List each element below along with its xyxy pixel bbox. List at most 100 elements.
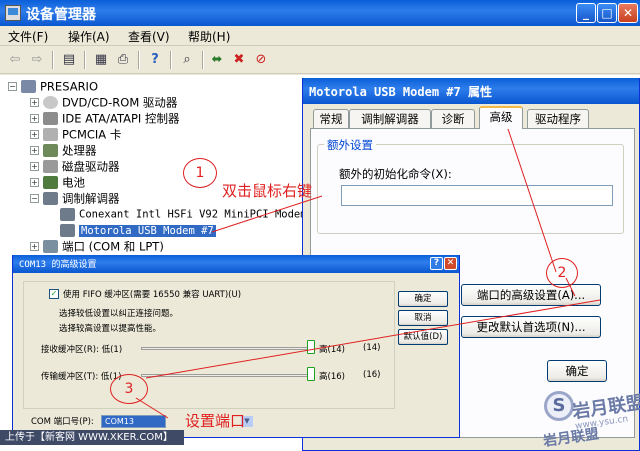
print-icon[interactable]: ⎙: [114, 51, 132, 69]
menu-file[interactable]: 文件(F): [8, 28, 48, 45]
tx-buffer-high: 高(16): [319, 372, 345, 382]
toolbar-separator: [202, 51, 204, 69]
main-title-bar[interactable]: 设备管理器 _ □ ✕: [0, 0, 640, 26]
expand-icon[interactable]: +: [30, 98, 39, 107]
collapse-icon[interactable]: −: [8, 82, 17, 91]
annotation-circle-1: 1: [183, 158, 217, 188]
expand-icon[interactable]: +: [30, 162, 39, 171]
tree-item-modems[interactable]: − 调制解调器: [30, 190, 120, 206]
expand-icon[interactable]: +: [30, 114, 39, 123]
annotation-circle-3: 3: [110, 374, 148, 404]
scan-hardware-icon[interactable]: ⌕: [178, 51, 196, 69]
battery-icon: [43, 176, 58, 189]
menu-bar: 文件(F) 操作(A) 查看(V) 帮助(H): [0, 26, 640, 46]
tab-driver[interactable]: 驱动程序: [527, 109, 589, 128]
rx-buffer-slider[interactable]: [141, 347, 311, 350]
fifo-label: 使用 FIFO 缓冲区(需要 16550 兼容 UART)(U): [63, 290, 242, 300]
tree-item-motorola-modem[interactable]: Motorola USB Modem #7: [60, 222, 216, 238]
tx-buffer-value: (16): [363, 370, 381, 380]
tree-item-cpu[interactable]: + 处理器: [30, 142, 97, 158]
dvd-drive-icon: [43, 96, 58, 109]
tab-general[interactable]: 常规: [313, 109, 349, 128]
disable-icon[interactable]: ⊘: [252, 51, 270, 69]
annotation-circle-2: 2: [546, 258, 578, 288]
properties-icon[interactable]: ▦: [92, 51, 110, 69]
annotation-note-1: 双击鼠标右键: [222, 182, 313, 200]
advanced-defaults-button[interactable]: 默认值(D): [398, 329, 448, 345]
uninstall-icon[interactable]: ✖: [230, 51, 248, 69]
tx-buffer-label: 传输缓冲区(T): 低(1): [41, 372, 122, 382]
com-port-select[interactable]: COM13 ▼: [101, 415, 253, 428]
toolbar: ⇦ ⇨ ▤ ▦ ⎙ ? ⌕ ⬌ ✖ ⊘: [0, 46, 640, 74]
expand-icon[interactable]: +: [30, 242, 39, 251]
tree-item-conexant-modem[interactable]: Conexant Intl HSFi V92 MiniPCI Modem: [60, 206, 307, 222]
processor-icon: [43, 144, 58, 157]
tab-diagnostics[interactable]: 诊断: [431, 109, 475, 128]
change-defaults-button[interactable]: 更改默认首选项(N)...: [461, 316, 601, 338]
modem-icon: [60, 208, 75, 221]
rx-buffer-thumb[interactable]: [307, 340, 315, 354]
menu-action[interactable]: 操作(A): [68, 28, 110, 45]
watermark-logo: S: [544, 391, 574, 421]
tree-view-icon[interactable]: ▤: [60, 51, 78, 69]
properties-title-bar[interactable]: Motorola USB Modem #7 属性: [303, 78, 639, 104]
properties-ok-button[interactable]: 确定: [547, 360, 607, 382]
tree-item-dvd[interactable]: + DVD/CD-ROM 驱动器: [30, 94, 177, 110]
fifo-checkbox[interactable]: ✓: [49, 289, 59, 299]
modem-icon: [60, 224, 75, 237]
advanced-cancel-button[interactable]: 取消: [398, 310, 448, 326]
group-title: 额外设置: [324, 137, 376, 153]
tx-buffer-thumb[interactable]: [307, 367, 315, 381]
expand-icon[interactable]: +: [30, 130, 39, 139]
back-icon[interactable]: ⇦: [6, 51, 24, 69]
pcmcia-card-icon: [43, 128, 58, 141]
init-command-label: 额外的初始化命令(X):: [339, 167, 452, 181]
advanced-title-bar[interactable]: COM13 的高级设置 ? ✕: [13, 255, 459, 273]
help-button[interactable]: ?: [430, 257, 443, 270]
com-port-label: COM 端口号(P):: [31, 417, 94, 427]
toolbar-separator: [52, 51, 54, 69]
tree-item-ide[interactable]: + IDE ATA/ATAPI 控制器: [30, 110, 179, 126]
toolbar-separator: [138, 51, 140, 69]
update-driver-icon[interactable]: ⬌: [208, 51, 226, 69]
forward-icon[interactable]: ⇨: [28, 51, 46, 69]
hint-higher: 选择较高设置以提高性能。: [59, 324, 162, 334]
tree-item-ports[interactable]: + 端口 (COM 和 LPT): [30, 238, 164, 254]
minimize-button[interactable]: _: [576, 3, 596, 23]
tree-item-battery[interactable]: + 电池: [30, 174, 85, 190]
init-command-input[interactable]: [341, 185, 613, 206]
toolbar-separator: [84, 51, 86, 69]
tx-buffer-slider[interactable]: [141, 374, 311, 377]
collapse-icon[interactable]: −: [30, 194, 39, 203]
menu-help[interactable]: 帮助(H): [188, 28, 230, 45]
tree-item-disk[interactable]: + 磁盘驱动器: [30, 158, 120, 174]
modem-icon: [43, 192, 58, 205]
close-button[interactable]: ✕: [444, 257, 457, 270]
expand-icon[interactable]: +: [30, 146, 39, 155]
properties-title: Motorola USB Modem #7 属性: [309, 85, 492, 99]
computer-icon: [21, 80, 36, 93]
advanced-title: COM13 的高级设置: [19, 260, 97, 270]
window-title: 设备管理器: [26, 7, 96, 23]
disk-drive-icon: [43, 160, 58, 173]
close-button[interactable]: ✕: [618, 3, 638, 23]
help-icon[interactable]: ?: [146, 51, 164, 69]
toolbar-separator: [170, 51, 172, 69]
device-manager-icon: [5, 5, 21, 21]
advanced-ok-button[interactable]: 确定: [398, 291, 448, 307]
menu-view[interactable]: 查看(V): [128, 28, 170, 45]
tree-root[interactable]: − PRESARIO: [8, 78, 98, 94]
upload-footer: 上传于【新客网 WWW.XKER.COM】: [0, 430, 184, 445]
tree-item-pcmcia[interactable]: + PCMCIA 卡: [30, 126, 121, 142]
advanced-port-settings-button[interactable]: 端口的高级设置(A)...: [461, 284, 601, 306]
rx-buffer-value: (14): [363, 343, 381, 353]
annotation-note-3: 设置端口: [185, 412, 246, 430]
tab-advanced[interactable]: 高级: [479, 106, 523, 129]
ide-controller-icon: [43, 112, 58, 125]
hint-lower: 选择较低设置以纠正连接问题。: [59, 309, 179, 319]
rx-buffer-label: 接收缓冲区(R): 低(1): [41, 345, 123, 355]
expand-icon[interactable]: +: [30, 178, 39, 187]
tab-modem[interactable]: 调制解调器: [349, 109, 431, 128]
maximize-button[interactable]: □: [597, 3, 617, 23]
port-icon: [43, 240, 58, 253]
